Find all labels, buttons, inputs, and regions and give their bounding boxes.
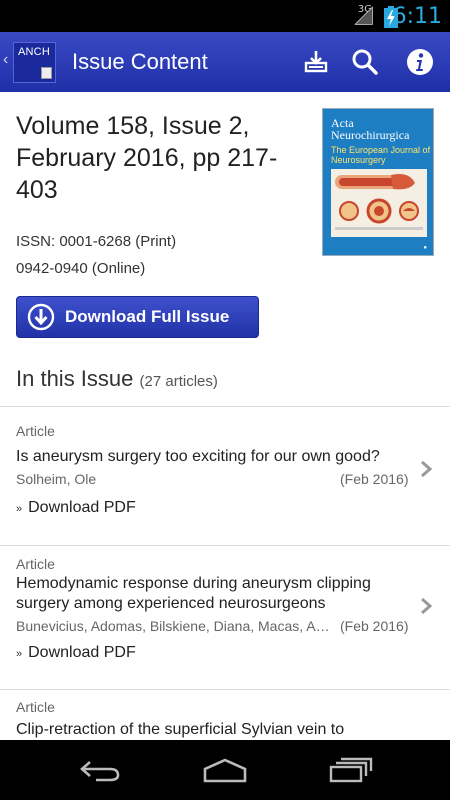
article-date: (Feb 2016) — [340, 471, 409, 487]
cover-subtitle: The European Journal of Neurosurgery — [331, 145, 431, 165]
recent-apps-icon[interactable] — [320, 750, 380, 790]
article-item[interactable]: Article Clip-retraction of the superfici… — [0, 689, 450, 740]
article-count: (27 articles) — [139, 373, 218, 390]
article-title: Is aneurysm surgery too exciting for our… — [16, 448, 380, 465]
cover-journal-name: Acta Neurochirurgica — [331, 116, 410, 142]
download-circle-icon — [27, 303, 55, 331]
signal-icon — [354, 6, 374, 31]
download-pdf-link[interactable]: » Download PDF — [16, 644, 136, 662]
chevron-right-icon[interactable] — [418, 459, 434, 479]
download-pdf-link[interactable]: » Download PDF — [16, 499, 136, 517]
download-icon[interactable] — [296, 42, 336, 82]
issn-online: 0942-0940 (Online) — [16, 260, 146, 277]
issn-print: ISSN: 0001-6268 (Print) — [16, 233, 177, 250]
up-navigation-icon[interactable]: ‹ — [3, 51, 8, 69]
issue-content: Volume 158, Issue 2, February 2016, pp 2… — [0, 92, 450, 740]
chevron-right-icon[interactable] — [418, 596, 434, 616]
download-pdf-label: Download PDF — [28, 499, 136, 516]
section-title: In this Issue — [16, 366, 134, 391]
info-icon[interactable] — [400, 42, 440, 82]
publisher-logo: ● — [423, 245, 427, 251]
double-chevron-icon: » — [16, 503, 23, 515]
article-title: Hemodynamic response during aneurysm cli… — [16, 575, 371, 612]
article-list: Article Is aneurysm surgery too exciting… — [0, 406, 450, 740]
app-logo-text: ANCH — [18, 46, 50, 58]
search-icon[interactable] — [345, 42, 385, 82]
article-type: Article — [16, 423, 55, 439]
double-chevron-icon: » — [16, 648, 23, 660]
action-bar: ‹ ANCH Issue Content — [0, 32, 450, 92]
article-date: (Feb 2016) — [340, 618, 409, 634]
article-authors: Solheim, Ole — [16, 471, 97, 487]
article-title: Clip-retraction of the superficial Sylvi… — [16, 721, 345, 738]
article-type: Article — [16, 556, 55, 572]
page-title: Issue Content — [72, 49, 208, 74]
clock: 6:11 — [392, 4, 442, 29]
download-full-issue-label: Download Full Issue — [65, 307, 230, 326]
back-icon[interactable] — [70, 750, 130, 790]
issue-cover-image: Acta Neurochirurgica The European Journa… — [322, 108, 434, 256]
article-item[interactable]: Article Hemodynamic response during aneu… — [0, 545, 450, 689]
home-icon[interactable] — [195, 750, 255, 790]
issn-info: ISSN: 0001-6268 (Print) 0942-0940 (Onlin… — [16, 228, 176, 282]
app-logo[interactable]: ANCH — [13, 42, 56, 83]
download-pdf-label: Download PDF — [28, 644, 136, 661]
cover-illustration — [331, 169, 427, 237]
issue-title: Volume 158, Issue 2, February 2016, pp 2… — [16, 112, 278, 204]
article-item[interactable]: Article Is aneurysm surgery too exciting… — [0, 406, 450, 545]
system-nav-bar — [0, 740, 450, 800]
app-logo-badge — [41, 67, 52, 79]
status-bar: 3G 6:11 — [0, 0, 450, 32]
download-full-issue-button[interactable]: Download Full Issue — [16, 296, 259, 338]
article-authors: Bunevicius, Adomas, Bilskiene, Diana, Ma… — [16, 618, 331, 634]
section-header: In this Issue (27 articles) — [16, 366, 218, 392]
article-type: Article — [16, 699, 55, 715]
